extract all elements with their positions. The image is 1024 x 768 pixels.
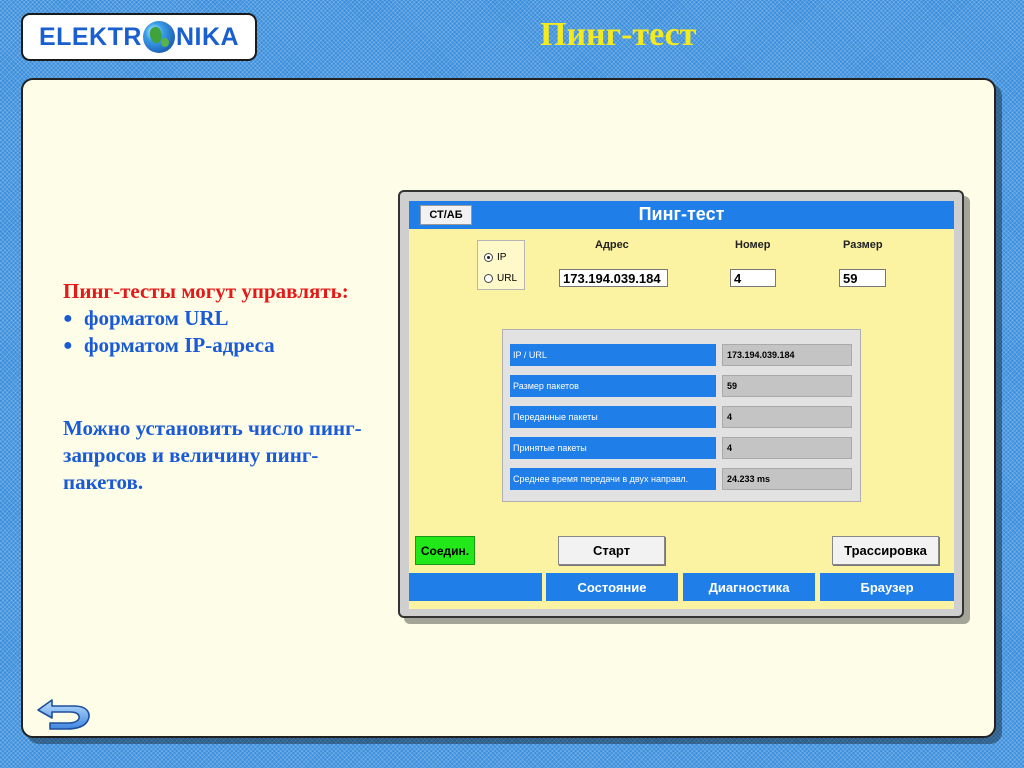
result-value: 173.194.039.184	[722, 344, 852, 366]
result-value: 4	[722, 437, 852, 459]
result-label: Переданные пакеты	[510, 406, 716, 428]
radio-ip-label: IP	[497, 252, 507, 263]
hmi-title: Пинг-тест	[638, 204, 725, 224]
description-bullets: ● форматом URL ● форматом IP-адреса	[63, 305, 393, 359]
start-button[interactable]: Старт	[558, 536, 665, 565]
bullet-icon: ●	[63, 337, 73, 354]
result-value: 59	[722, 375, 852, 397]
stab-button[interactable]: СТ/АБ	[420, 205, 472, 225]
result-label: Принятые пакеты	[510, 437, 716, 459]
description-text: Пинг-тесты могут управлять: ● форматом UR…	[63, 278, 393, 496]
nav-diagnostics[interactable]: Диагностика	[683, 573, 815, 601]
connect-button[interactable]: Соедин.	[415, 536, 475, 565]
address-input[interactable]: 173.194.039.184	[559, 269, 668, 287]
back-arrow-icon[interactable]	[36, 698, 92, 732]
result-row: Среднее время передачи в двух направл. 2…	[510, 468, 852, 490]
logo-text-right: NIKA	[175, 22, 240, 51]
nav-status[interactable]: Состояние	[546, 573, 678, 601]
result-label: IP / URL	[510, 344, 716, 366]
result-row: Принятые пакеты 4	[510, 437, 852, 459]
bullet-icon: ●	[63, 310, 73, 327]
nav-empty[interactable]	[409, 573, 542, 601]
hmi-screen: Пинг-тест СТ/АБ IP URL Адрес 173.194.039…	[409, 201, 954, 609]
result-row: Переданные пакеты 4	[510, 406, 852, 428]
trace-button[interactable]: Трассировка	[832, 536, 939, 565]
radio-url-label: URL	[497, 273, 518, 284]
mode-radio-group: IP URL	[477, 240, 525, 290]
radio-ip[interactable]: IP	[484, 252, 506, 263]
number-input[interactable]: 4	[730, 269, 776, 287]
results-panel: IP / URL 173.194.039.184 Размер пакетов …	[502, 329, 861, 502]
bullet-item: ● форматом URL	[63, 306, 229, 330]
bullet-item: ● форматом IP-адреса	[63, 333, 275, 357]
globe-icon	[142, 21, 175, 53]
hmi-window: Пинг-тест СТ/АБ IP URL Адрес 173.194.039…	[398, 190, 964, 618]
result-value: 4	[722, 406, 852, 428]
result-value: 24.233 ms	[722, 468, 852, 490]
size-label: Размер	[843, 239, 883, 251]
radio-unselected-icon[interactable]	[484, 274, 493, 283]
bottom-nav: Состояние Диагностика Браузер	[409, 573, 954, 601]
radio-selected-icon[interactable]	[484, 253, 493, 262]
size-input[interactable]: 59	[839, 269, 886, 287]
hmi-header: Пинг-тест СТ/АБ	[409, 201, 954, 229]
nav-browser[interactable]: Браузер	[820, 573, 954, 601]
description-heading: Пинг-тесты могут управлять:	[63, 279, 349, 303]
result-label: Среднее время передачи в двух направл.	[510, 468, 716, 490]
number-label: Номер	[735, 239, 771, 251]
address-label: Адрес	[595, 239, 629, 251]
logo-text-left: ELEKTR	[38, 22, 142, 51]
result-row: Размер пакетов 59	[510, 375, 852, 397]
result-label: Размер пакетов	[510, 375, 716, 397]
elektronika-logo: ELEKTR NIKA	[21, 13, 257, 61]
slide-title: Пинг-тест	[540, 16, 697, 53]
radio-url[interactable]: URL	[484, 273, 517, 284]
description-paragraph: Можно установить число пинг-запросов и в…	[63, 416, 362, 494]
result-row: IP / URL 173.194.039.184	[510, 344, 852, 366]
